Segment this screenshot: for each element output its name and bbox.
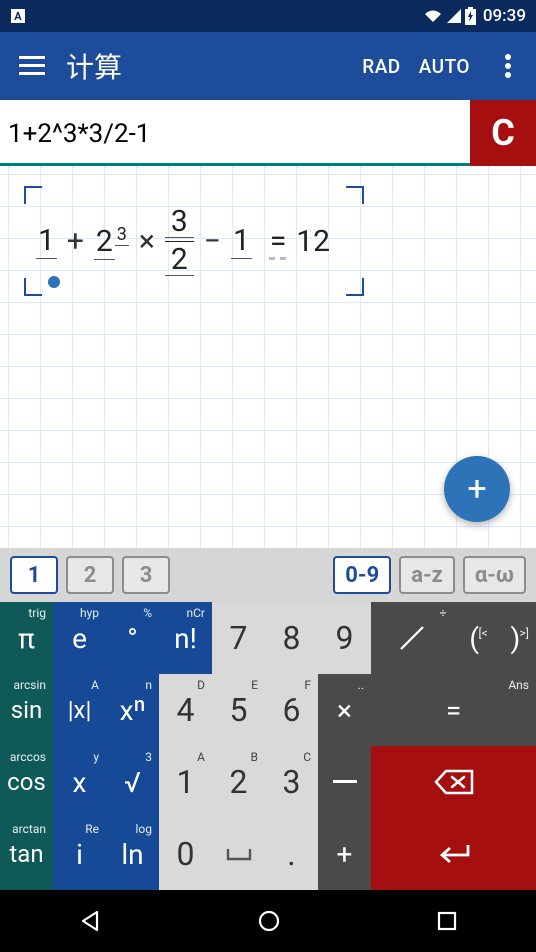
battery-charging-icon [465,7,476,25]
tab-alpha[interactable]: a-z [399,556,455,594]
expression-content: 1 + 23 × 3 2 − 1 = 12 [36,196,352,286]
status-time: 09:39 [483,6,526,26]
drag-handle-icon[interactable] [48,276,60,288]
key-rparen[interactable]: >]) [495,622,536,655]
tab-page-3[interactable]: 3 [122,556,170,594]
key-plus[interactable]: + [318,818,371,890]
key-4[interactable]: D4 [159,674,212,746]
key-dot[interactable]: . [265,818,318,890]
auto-mode-button[interactable]: AUTO [419,55,470,78]
wifi-icon [423,8,443,24]
key-e[interactable]: hype [53,602,106,674]
key-backspace[interactable] [371,746,536,818]
tab-numeric[interactable]: 0-9 [333,556,391,594]
key-enter[interactable] [371,818,536,890]
key-3[interactable]: C3 [265,746,318,818]
key-parens: [<( >]) [454,602,536,674]
key-6[interactable]: F6 [265,674,318,746]
key-tan[interactable]: arctantan [0,818,53,890]
key-lparen[interactable]: [<( [454,622,495,655]
key-space[interactable] [212,818,265,890]
svg-text:A: A [14,10,22,23]
overflow-menu-icon[interactable] [488,42,528,90]
math-display-area[interactable]: 1 + 23 × 3 2 − 1 = 12 + [0,166,536,548]
rendered-expression[interactable]: 1 + 23 × 3 2 − 1 = 12 [24,186,364,296]
key-equals[interactable]: Ans= [371,674,536,746]
key-nfact[interactable]: nCrn! [159,602,212,674]
page-title: 计算 [66,46,362,86]
key-minus[interactable] [318,746,371,818]
status-bar: A 09:39 [0,0,536,32]
key-pi[interactable]: trigπ [0,602,53,674]
nav-home-icon[interactable] [256,908,282,934]
key-abs[interactable]: A|x| [53,674,106,746]
nav-recent-icon[interactable] [435,909,459,933]
key-multiply[interactable]: ..× [318,674,371,746]
key-7[interactable]: 7 [212,602,265,674]
key-power[interactable]: nxⁿ [106,674,159,746]
tab-greek[interactable]: α-ω [463,556,526,594]
nav-back-icon[interactable] [77,908,103,934]
expression-input-row: C [0,100,536,166]
key-degree[interactable]: %° [106,602,159,674]
add-fab[interactable]: + [444,456,510,522]
menu-icon[interactable] [8,42,56,90]
signal-icon [446,8,462,24]
key-cos[interactable]: arccoscos [0,746,53,818]
key-8[interactable]: 8 [265,602,318,674]
expression-input[interactable] [0,100,470,166]
key-ln[interactable]: logln [106,818,159,890]
key-2[interactable]: B2 [212,746,265,818]
key-0[interactable]: 0 [159,818,212,890]
key-5[interactable]: E5 [212,674,265,746]
angle-mode-button[interactable]: RAD [362,55,400,78]
key-sqrt[interactable]: 3√ [106,746,159,818]
input-indicator-icon: A [10,8,26,24]
key-1[interactable]: A1 [159,746,212,818]
key-i[interactable]: Rei [53,818,106,890]
key-x[interactable]: yx [53,746,106,818]
keypad-main: trigπ hype %° nCrn! 7 8 9 ÷ [<( >]) arcs… [0,602,536,890]
key-9[interactable]: 9 [318,602,371,674]
android-nav-bar [0,890,536,952]
key-sin[interactable]: arcsinsin [0,674,53,746]
tab-page-2[interactable]: 2 [66,556,114,594]
keyboard-tabs: 1 2 3 0-9 a-z α-ω [0,548,536,602]
key-divide[interactable]: ÷ [371,602,454,674]
app-bar: 计算 RAD AUTO [0,32,536,100]
clear-button[interactable]: C [470,100,536,166]
tab-page-1[interactable]: 1 [10,556,58,594]
